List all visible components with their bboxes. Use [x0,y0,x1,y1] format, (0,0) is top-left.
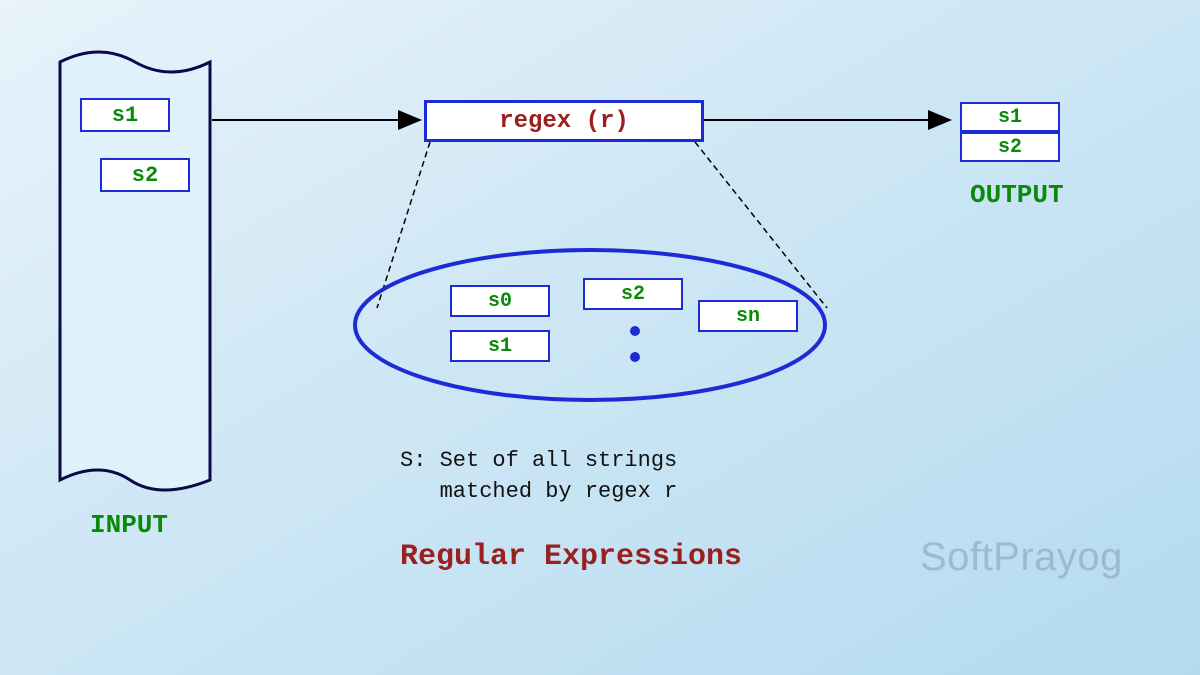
ellipsis-dot [630,326,640,336]
output-label: OUTPUT [970,180,1064,210]
input-item-label: s1 [112,103,138,128]
dashed-right [695,142,827,308]
set-item-s2: s2 [583,278,683,310]
set-item-label: s1 [488,335,512,358]
set-item-label: s0 [488,290,512,313]
input-item-s1: s1 [80,98,170,132]
output-item-s2: s2 [960,132,1060,162]
set-caption-line1: S: Set of all strings [400,448,677,473]
regex-label: regex (r) [499,108,629,135]
dashed-left [377,142,430,308]
diagram-canvas: s1 s2 INPUT regex (r) s1 s2 OUTPUT s0 s1… [0,0,1200,675]
ellipsis-dot [630,352,640,362]
output-item-label: s2 [998,136,1022,159]
input-item-label: s2 [132,163,158,188]
set-item-label: sn [736,305,760,328]
set-caption: S: Set of all strings matched by regex r [400,415,677,507]
diagram-title: Regular Expressions [400,540,742,574]
set-caption-line2: matched by regex r [400,479,677,504]
set-item-s1: s1 [450,330,550,362]
output-item-label: s1 [998,106,1022,129]
set-item-sn: sn [698,300,798,332]
output-item-s1: s1 [960,102,1060,132]
input-item-s2: s2 [100,158,190,192]
input-label: INPUT [90,510,168,540]
set-item-label: s2 [621,283,645,306]
set-item-s0: s0 [450,285,550,317]
watermark: SoftPrayog [920,535,1123,580]
regex-box: regex (r) [424,100,704,142]
